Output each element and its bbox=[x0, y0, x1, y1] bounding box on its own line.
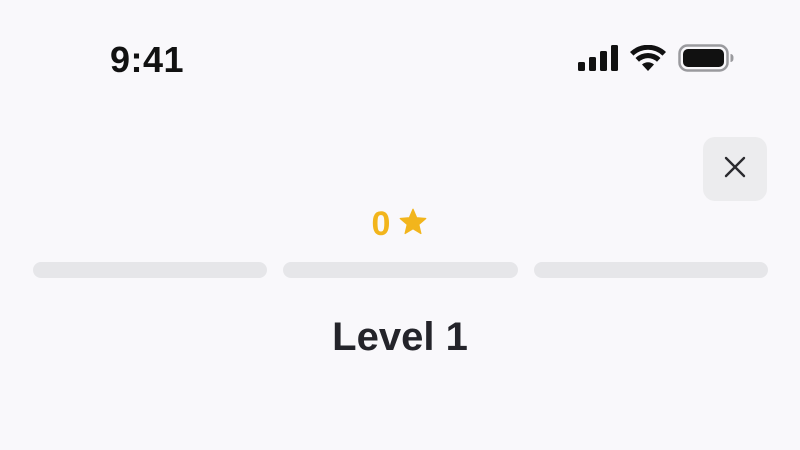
game-screen: 9:41 0 Level 1 bbox=[0, 0, 800, 450]
progress-segment bbox=[283, 262, 518, 278]
star-icon bbox=[398, 207, 428, 242]
level-progress bbox=[33, 262, 768, 278]
status-time: 9:41 bbox=[110, 39, 185, 80]
close-icon bbox=[723, 155, 747, 184]
close-button[interactable] bbox=[703, 137, 767, 201]
status-icons bbox=[578, 44, 734, 72]
level-title: Level 1 bbox=[332, 315, 468, 359]
cellular-signal-icon bbox=[578, 45, 618, 71]
battery-icon bbox=[678, 44, 734, 72]
stars-counter: 0 bbox=[0, 204, 800, 244]
stars-count: 0 bbox=[371, 205, 391, 243]
progress-segment bbox=[533, 262, 768, 278]
progress-segment bbox=[33, 262, 268, 278]
wifi-icon bbox=[630, 45, 666, 71]
